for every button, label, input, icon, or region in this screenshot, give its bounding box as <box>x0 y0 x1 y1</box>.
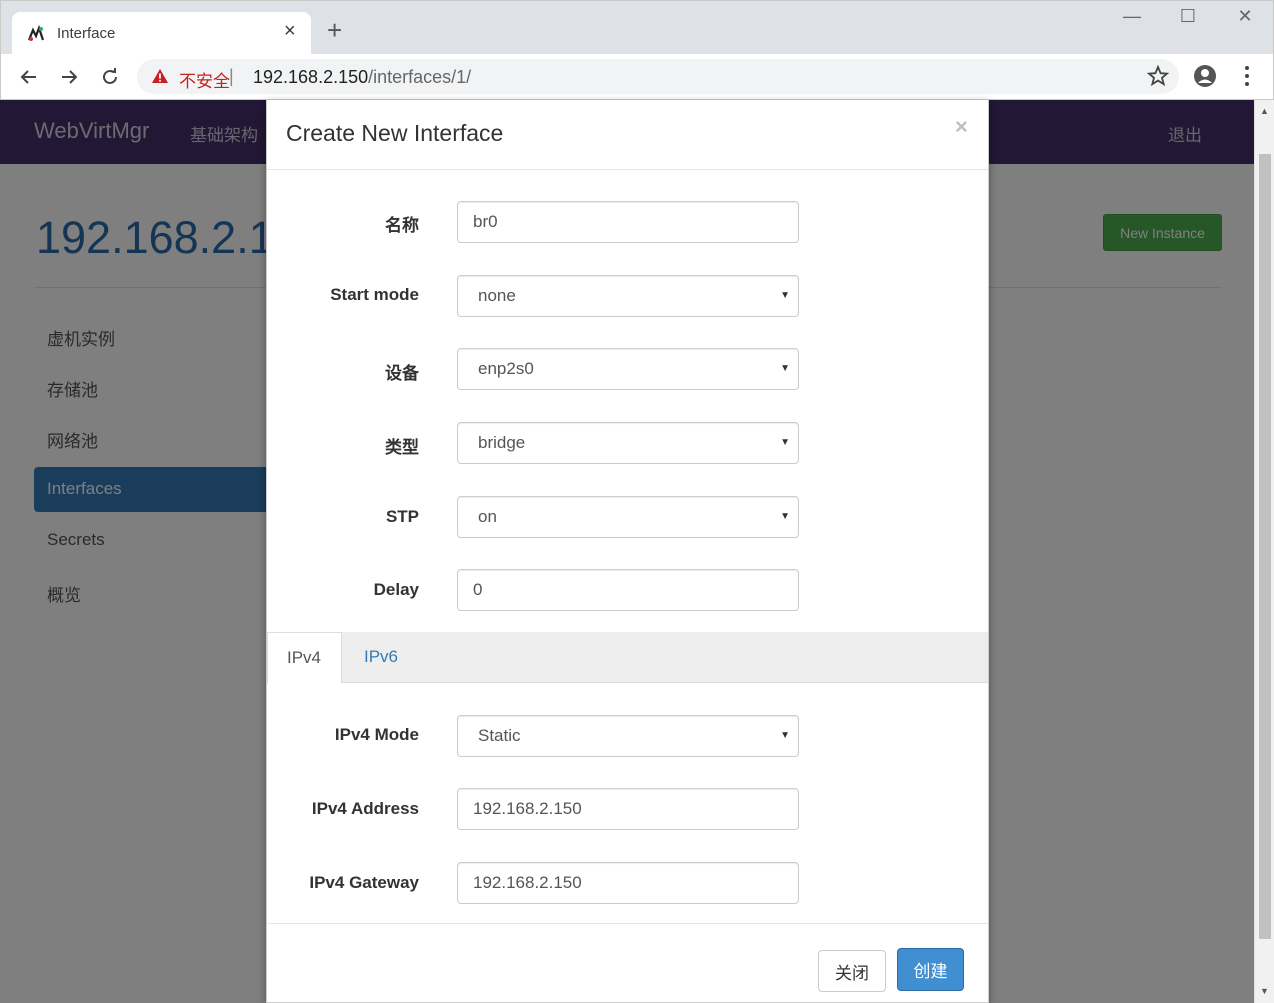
forward-icon[interactable] <box>54 62 84 92</box>
reload-icon[interactable] <box>95 62 125 92</box>
bookmark-star-icon[interactable] <box>1147 65 1169 87</box>
maximize-icon[interactable]: ☐ <box>1173 6 1203 27</box>
tab-ipv4[interactable]: IPv4 <box>267 632 342 684</box>
stp-value: on <box>478 507 497 526</box>
window-close-icon[interactable]: ✕ <box>1230 6 1260 27</box>
ipv4-mode-select[interactable]: Static ▼ <box>457 715 799 757</box>
modal-header: Create New Interface × <box>267 100 988 170</box>
name-input[interactable]: br0 <box>457 201 799 243</box>
ipv4-address-label: IPv4 Address <box>311 799 419 818</box>
name-label: 名称 <box>385 216 419 235</box>
modal-title: Create New Interface <box>286 120 504 146</box>
stp-label: STP <box>385 507 419 526</box>
scroll-up-icon[interactable]: ▲ <box>1260 106 1269 116</box>
type-value: bridge <box>478 433 526 452</box>
scrollbar-thumb[interactable] <box>1259 154 1271 939</box>
url-text[interactable]: 192.168.2.150/interfaces/1/ <box>253 67 471 88</box>
account-icon[interactable] <box>1193 64 1217 88</box>
chevron-down-icon: ▼ <box>780 363 790 374</box>
webvirtmgr-favicon-icon <box>27 24 45 41</box>
create-button[interactable]: 创建 <box>897 948 964 991</box>
ipv4-mode-label: IPv4 Mode <box>334 725 419 744</box>
tab-title: Interface <box>57 25 116 42</box>
omnibox-separator: | <box>229 66 234 86</box>
type-label: 类型 <box>385 438 419 457</box>
tab-ipv6[interactable]: IPv6 <box>345 632 417 683</box>
ip-tabs: IPv4 IPv6 <box>267 632 988 684</box>
start-mode-select[interactable]: none ▼ <box>457 275 799 317</box>
page-scrollbar[interactable]: ▲ ▼ <box>1254 100 1274 1003</box>
modal-close-icon[interactable]: × <box>955 114 968 140</box>
browser-chrome: Interface × + — ☐ ✕ 不安全 | 192.168.2.150/… <box>0 0 1274 100</box>
delay-label: Delay <box>373 580 419 599</box>
scroll-down-icon[interactable]: ▼ <box>1260 986 1269 996</box>
chevron-down-icon: ▼ <box>780 511 790 522</box>
ipv4-gateway-input[interactable]: 192.168.2.150 <box>457 862 799 904</box>
device-value: enp2s0 <box>478 359 534 378</box>
chevron-down-icon: ▼ <box>780 437 790 448</box>
start-mode-value: none <box>478 286 516 305</box>
chevron-down-icon: ▼ <box>780 290 790 301</box>
delay-input[interactable]: 0 <box>457 569 799 611</box>
url-path: /interfaces/1/ <box>368 67 472 87</box>
ipv4-gateway-label: IPv4 Gateway <box>309 873 419 892</box>
insecure-label[interactable]: 不安全 <box>179 67 230 92</box>
minimize-icon[interactable]: — <box>1117 6 1147 27</box>
ipv4-address-input[interactable]: 192.168.2.150 <box>457 788 799 830</box>
tab-close-icon[interactable]: × <box>284 20 296 43</box>
ipv4-mode-value: Static <box>478 726 521 745</box>
stp-select[interactable]: on ▼ <box>457 496 799 538</box>
modal-footer: 关闭 创建 <box>267 923 988 1003</box>
back-icon[interactable] <box>14 62 44 92</box>
browser-menu-icon[interactable] <box>1237 64 1257 88</box>
browser-tab[interactable]: Interface × <box>12 12 311 55</box>
warning-icon <box>152 69 168 83</box>
browser-toolbar: 不安全 | 192.168.2.150/interfaces/1/ <box>0 54 1274 100</box>
new-tab-icon[interactable]: + <box>327 17 342 43</box>
url-host: 192.168.2.150 <box>253 67 369 87</box>
create-interface-modal: Create New Interface × 名称 br0 Start mode… <box>266 100 989 1003</box>
address-bar[interactable]: 不安全 | 192.168.2.150/interfaces/1/ <box>137 59 1179 94</box>
type-select[interactable]: bridge ▼ <box>457 422 799 464</box>
device-select[interactable]: enp2s0 ▼ <box>457 348 799 390</box>
close-button[interactable]: 关闭 <box>818 950 886 992</box>
device-label: 设备 <box>385 364 419 383</box>
start-mode-label: Start mode <box>330 285 419 304</box>
tab-strip: Interface × + — ☐ ✕ <box>0 0 1274 55</box>
chevron-down-icon: ▼ <box>780 730 790 741</box>
